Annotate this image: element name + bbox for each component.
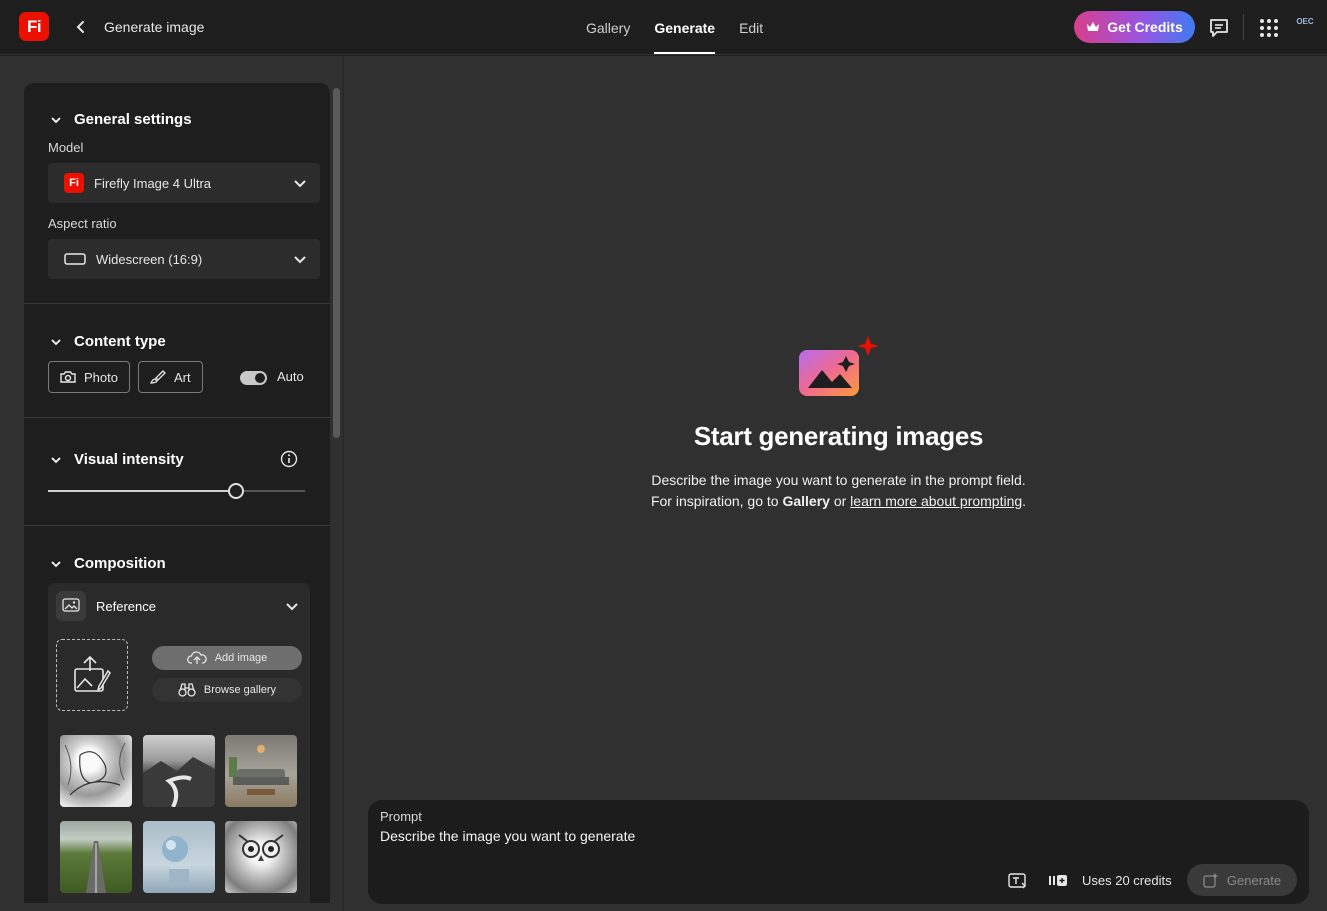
cloud-upload-icon	[186, 651, 207, 664]
aspect-ratio-select[interactable]: Widescreen (16:9)	[48, 239, 320, 279]
panel-divider	[343, 56, 344, 911]
info-icon[interactable]	[280, 450, 298, 468]
line2-suffix: .	[1022, 493, 1027, 509]
model-value: Firefly Image 4 Ultra	[94, 175, 212, 191]
org-avatar[interactable]: OEC	[1293, 17, 1317, 37]
brush-icon	[150, 370, 166, 384]
browse-gallery-button[interactable]: Browse gallery	[152, 678, 302, 702]
intensity-slider-fill	[48, 490, 236, 492]
reference-drop-zone[interactable]	[56, 639, 128, 711]
tab-edit[interactable]: Edit	[727, 0, 775, 55]
chevron-down-icon	[51, 116, 61, 123]
get-credits-button[interactable]: Get Credits	[1074, 11, 1195, 43]
chevron-down-icon	[51, 338, 61, 345]
learn-prompting-link[interactable]: learn more about prompting	[850, 493, 1022, 509]
widescreen-icon	[64, 253, 86, 265]
empty-state-line-2: For inspiration, go to Gallery or learn …	[540, 491, 1137, 512]
firefly-model-icon: Fi	[64, 173, 84, 193]
chevron-down-icon	[294, 256, 306, 264]
line2-prefix: For inspiration, go to	[650, 493, 783, 509]
generate-button[interactable]: Generate	[1187, 864, 1297, 896]
settings-panel: General settings Model Fi Firefly Image …	[24, 83, 330, 903]
crown-icon	[1087, 22, 1100, 31]
general-settings-header[interactable]: General settings	[50, 111, 192, 128]
empty-state-title: Start generating images	[693, 421, 984, 451]
prompt-box: Prompt Uses 20 credits Generate	[368, 800, 1309, 904]
section-title: General settings	[74, 111, 192, 128]
model-label: Model	[48, 140, 84, 155]
reference-thumbnail-living-room[interactable]	[225, 735, 297, 807]
main-tabs: Gallery Generate Edit	[574, 0, 775, 55]
upload-image-icon	[74, 655, 111, 692]
section-divider	[24, 525, 330, 526]
browse-gallery-label: Browse gallery	[203, 684, 277, 696]
reference-label[interactable]: Reference	[96, 599, 156, 614]
general-settings-section: General settings Model Fi Firefly Image …	[24, 83, 330, 304]
add-image-label: Add image	[214, 652, 268, 664]
sparkle-image-icon	[1203, 873, 1218, 888]
section-title: Composition	[74, 555, 166, 572]
reference-thumbnail-owl-sketch[interactable]	[225, 821, 297, 893]
camera-icon	[60, 371, 76, 383]
content-type-label: Photo	[84, 369, 118, 385]
tab-gallery[interactable]: Gallery	[574, 0, 642, 55]
generate-image-icon	[798, 336, 880, 400]
page-title: Generate image	[104, 19, 205, 35]
credits-usage-text: Uses 20 credits	[1082, 873, 1172, 888]
prompt-input[interactable]	[380, 828, 1080, 844]
tab-generate[interactable]: Generate	[642, 0, 727, 55]
firefly-logo[interactable]: Fi	[19, 12, 49, 41]
reference-thumbnail-road-field[interactable]	[60, 821, 132, 893]
get-credits-label: Get Credits	[1107, 19, 1183, 35]
intensity-slider-handle[interactable]	[227, 483, 244, 499]
model-select[interactable]: Fi Firefly Image 4 Ultra	[48, 163, 320, 203]
prompt-style-icon[interactable]	[1008, 872, 1028, 890]
chevron-down-icon[interactable]	[286, 600, 298, 612]
section-divider	[24, 417, 330, 418]
aspect-ratio-label: Aspect ratio	[48, 216, 117, 231]
add-image-button[interactable]: Add image	[152, 646, 302, 670]
empty-state-description: Describe the image you want to generate …	[540, 470, 1137, 512]
gallery-emphasis: Gallery	[782, 493, 830, 509]
back-chevron-icon[interactable]	[72, 18, 90, 36]
composition-header[interactable]: Composition	[50, 555, 166, 572]
reference-thumbnail-sphere-pedestal[interactable]	[143, 821, 215, 893]
reference-card: Reference Add image Browse gallery	[48, 583, 310, 903]
prompt-label: Prompt	[380, 809, 422, 824]
chevron-down-icon	[294, 180, 306, 188]
empty-state-line-1: Describe the image you want to generate …	[651, 472, 1026, 488]
divider	[1243, 14, 1244, 40]
content-type-art[interactable]: Art	[138, 361, 203, 393]
line2-mid: or	[829, 493, 851, 509]
generate-label: Generate	[1226, 872, 1282, 888]
panel-scrollbar[interactable]	[333, 88, 340, 438]
section-title: Visual intensity	[74, 451, 184, 468]
content-type-label: Art	[174, 369, 191, 385]
chevron-down-icon	[51, 560, 61, 567]
section-title: Content type	[74, 333, 166, 350]
top-bar: Fi Generate image Gallery Generate Edit …	[0, 0, 1327, 55]
credits-icon[interactable]	[1048, 872, 1068, 890]
reference-thumbnail-bird-sketch[interactable]	[60, 735, 132, 807]
binoculars-icon	[178, 683, 196, 697]
reference-thumbnail-river-landscape[interactable]	[143, 735, 215, 807]
visual-intensity-header[interactable]: Visual intensity	[50, 451, 184, 468]
reference-image-icon	[56, 591, 86, 621]
feedback-icon[interactable]	[1208, 17, 1230, 39]
chevron-down-icon	[51, 456, 61, 463]
content-type-photo[interactable]: Photo	[48, 361, 130, 393]
content-type-header[interactable]: Content type	[50, 333, 166, 350]
aspect-ratio-value: Widescreen (16:9)	[96, 251, 203, 267]
apps-grid-icon[interactable]	[1259, 18, 1279, 38]
auto-toggle[interactable]	[240, 371, 267, 385]
auto-label: Auto	[277, 369, 304, 384]
